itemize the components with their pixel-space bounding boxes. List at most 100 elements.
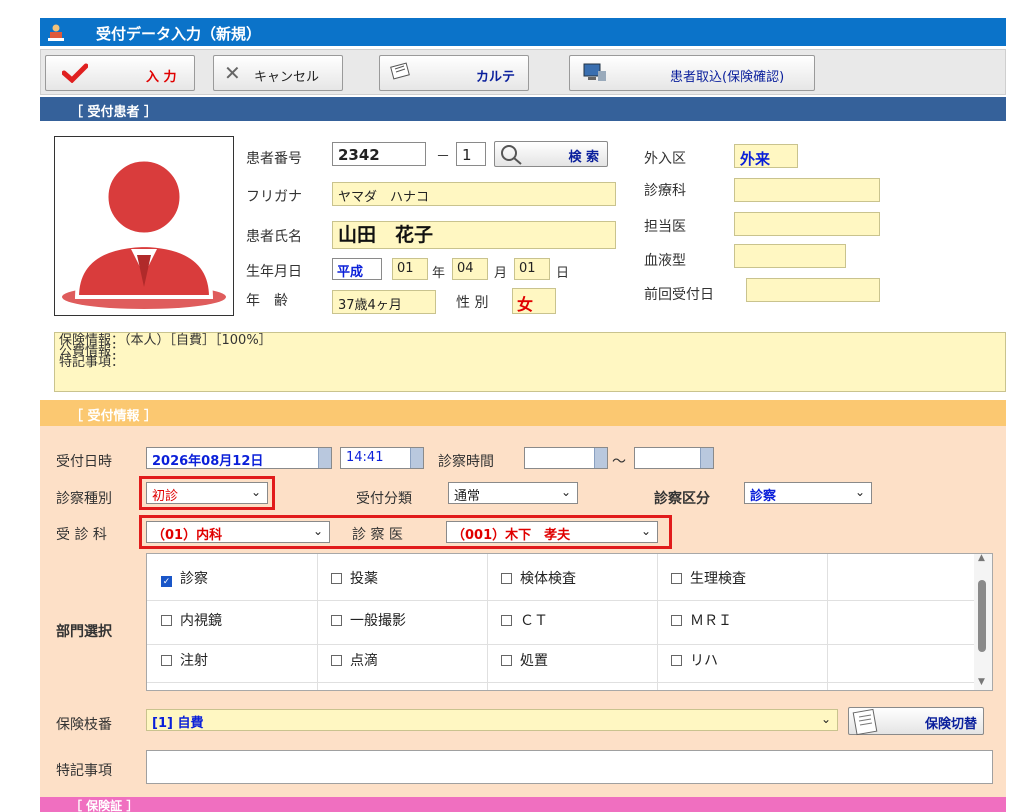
department-checkbox[interactable]: ✓ 診察 [161,568,208,588]
department-label: 生理検査 [690,571,746,587]
dob-year-input[interactable]: 01 [392,258,428,280]
department-checkbox[interactable]: リハ [671,650,718,670]
document-icon [852,708,878,736]
checkbox-empty-icon[interactable] [671,573,682,584]
submit-button[interactable]: 入 力 [45,55,195,91]
reception-class-select[interactable]: 通常 ⌄ [448,482,578,504]
blood-label: 血液型 [644,253,686,269]
date-picker-icon[interactable] [318,448,331,468]
checklist-scrollbar[interactable]: ▲ ▼ [974,554,992,690]
checkbox-checked-icon[interactable]: ✓ [161,576,172,587]
chevron-down-icon: ⌄ [640,524,651,538]
reception-class-label: 受付分類 [356,491,412,507]
cancel-button[interactable]: ✕ キャンセル [213,55,343,91]
chevron-down-icon: ⌄ [854,485,865,499]
insurance-branch-select[interactable]: [1] 自費 ⌄ [146,709,838,731]
department-label: 診察 [180,571,208,587]
person-silhouette-icon [62,156,226,309]
department-label: 点滴 [350,653,378,669]
exam-time-end[interactable] [634,447,714,469]
special-notes-field[interactable] [146,750,993,784]
reception-date-field[interactable]: 2026年08月12日 [146,447,332,469]
dept-select[interactable]: （01）内科 ⌄ [146,521,330,543]
checkbox-empty-icon[interactable] [331,615,342,626]
blood-field [734,244,846,268]
scroll-up-icon[interactable]: ▲ [978,554,985,563]
tilde: ～ [612,454,626,470]
month-unit: 月 [494,266,508,281]
inout-label: 外入区 [644,151,686,167]
exam-doctor-label: 診 察 医 [352,527,403,543]
checkbox-empty-icon[interactable] [331,655,342,666]
exam-doctor-select[interactable]: （001）木下 孝夫 ⌄ [446,521,658,543]
year-unit: 年 [432,266,446,281]
department-checkbox[interactable]: 検体検査 [501,568,576,588]
reception-time-field[interactable]: 14:41 [340,447,424,469]
department-checkbox[interactable]: 注射 [161,650,208,670]
computer-import-icon [583,63,606,81]
chart-button[interactable]: カルテ [379,55,529,91]
time-spinner-icon[interactable] [410,448,423,468]
insurance-switch-button[interactable]: 保険切替 [848,707,984,736]
exam-end-spinner-icon[interactable] [700,448,713,468]
title-bar: 受付データ入力（新規） [40,18,1006,46]
dob-era-select[interactable]: 平成 [332,258,382,280]
checkbox-empty-icon[interactable] [501,573,512,584]
exam-time-start[interactable] [524,447,608,469]
exam-type-label: 診察種別 [56,491,112,507]
exam-time-label: 診察時間 [438,454,494,470]
scroll-down-icon[interactable]: ▼ [978,677,985,687]
patient-photo [54,136,234,316]
department-checkbox[interactable]: 内視鏡 [161,610,222,630]
department-checklist: ✓ 診察 投薬 検体検査 生理検査内視鏡 一般撮影 ＣＴ ＭＲＩ 注射 点滴 処置 リハ ▲ ▼ [146,553,993,691]
checkmark-icon [62,63,88,83]
chevron-down-icon: ⌄ [250,485,261,499]
search-button[interactable]: 検 索 [494,141,608,167]
sex-field: 女 [512,288,556,314]
exam-type-select[interactable]: 初診 ⌄ [146,482,268,504]
kana-field[interactable]: ヤマダ ハナコ [332,182,616,206]
close-icon: ✕ [224,61,241,85]
department-label: 注射 [180,653,208,669]
department-checkbox[interactable]: 生理検査 [671,568,746,588]
dept-field [734,178,880,202]
department-checkbox[interactable]: ＣＴ [501,610,548,630]
checkbox-empty-icon[interactable] [331,573,342,584]
chevron-down-icon: ⌄ [820,712,831,726]
checkbox-empty-icon[interactable] [671,615,682,626]
department-checkbox[interactable]: 一般撮影 [331,610,406,630]
exam-start-spinner-icon[interactable] [594,448,607,468]
dob-day-input[interactable]: 01 [514,258,550,280]
department-checkbox[interactable]: 投薬 [331,568,378,588]
doctor-label: 担当医 [644,219,686,235]
sex-label: 性 別 [456,295,489,311]
dob-month-input[interactable]: 04 [452,258,488,280]
checkbox-empty-icon[interactable] [161,655,172,666]
exam-class-select[interactable]: 診察 ⌄ [744,482,872,504]
department-label: 検体検査 [520,571,576,587]
department-label: 処置 [520,653,548,669]
department-label: 内視鏡 [180,613,222,629]
department-checkbox[interactable]: ＭＲＩ [671,610,732,630]
checkbox-empty-icon[interactable] [161,615,172,626]
exam-class-label: 診察区分 [654,491,710,507]
checkbox-empty-icon[interactable] [501,655,512,666]
chart-record-icon [390,62,410,80]
dept-label: 診療科 [644,183,686,199]
department-checkbox[interactable]: 点滴 [331,650,378,670]
patient-branch-input[interactable]: 1 [456,142,486,166]
checkbox-empty-icon[interactable] [501,615,512,626]
window-title: 受付データ入力（新規） [96,25,262,43]
patient-name-field[interactable]: 山田 花子 [332,221,616,249]
department-checkbox[interactable]: 処置 [501,650,548,670]
patient-id-input[interactable]: 2342 [332,142,426,166]
toolbar: 入 力 ✕ キャンセル カルテ 患者取込(保険確認) [40,49,1006,95]
import-patient-button[interactable]: 患者取込(保険確認) [569,55,815,91]
insurance-info-area[interactable]: 保険情報：（本人）［自費］［100%］ 公費情報： 特記事項： [54,332,1006,392]
chevron-down-icon: ⌄ [560,485,571,499]
scroll-thumb[interactable] [978,580,986,652]
patient-id-label: 患者番号 [246,151,302,167]
checkbox-empty-icon[interactable] [671,655,682,666]
insurance-section-header: ［ 保険証 ］ [40,797,1006,812]
last-visit-label: 前回受付日 [644,287,714,303]
